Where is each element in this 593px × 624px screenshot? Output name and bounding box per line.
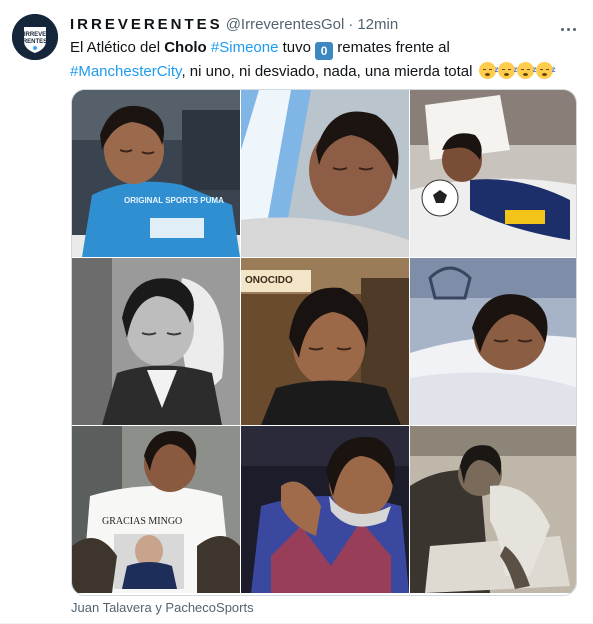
display-name[interactable]: IRREVERENTES: [70, 16, 223, 33]
media-photo-1[interactable]: ORIGINAL SPORTS PUMA: [72, 90, 240, 257]
bold-text: Cholo: [164, 39, 207, 56]
text-segment: tuvo: [278, 39, 316, 56]
svg-text:RENTES: RENTES: [23, 39, 47, 45]
media-grid[interactable]: ORIGINAL SPORTS PUMA ONOCIDO GRACIAS MIN…: [71, 89, 577, 596]
sleeping-face-icon: z: [497, 62, 518, 79]
user-handle[interactable]: @IrreverentesGol: [226, 16, 345, 33]
media-photo-8[interactable]: [241, 426, 409, 593]
media-photo-2[interactable]: [241, 90, 409, 257]
avatar[interactable]: IRREVE RENTES: [12, 14, 58, 60]
irreverentes-logo-icon: IRREVE RENTES: [12, 14, 58, 60]
svg-text:IRREVE: IRREVE: [24, 32, 46, 38]
text-segment: , ni uno, ni desviado, nada, una mierda …: [181, 63, 477, 80]
tshirt-text: GRACIAS MINGO: [102, 516, 183, 527]
tweet-header: IRREVERENTES @IrreverentesGol · 12min: [70, 14, 583, 34]
separator-dot: ·: [348, 15, 354, 33]
media-photo-5[interactable]: ONOCIDO: [241, 258, 409, 425]
sleeping-face-icon: z: [478, 62, 499, 79]
keycap-zero-emoji: 0: [315, 42, 334, 60]
more-options-icon[interactable]: [559, 18, 579, 31]
tv-banner-text: ONOCIDO: [245, 275, 293, 286]
hashtag-manchestercity[interactable]: #ManchesterCity: [70, 63, 181, 80]
media-photo-9[interactable]: [410, 426, 576, 593]
shirt-brand-text: ORIGINAL SPORTS PUMA: [124, 196, 224, 205]
media-credit: Juan Talavera y PachecoSports: [71, 600, 254, 615]
hashtag-simeone[interactable]: #Simeone: [211, 39, 279, 56]
tweet[interactable]: IRREVE RENTES IRREVERENTES @Irreverentes…: [0, 0, 593, 624]
sleeping-face-icon: z: [516, 62, 537, 79]
media-photo-3[interactable]: [410, 90, 576, 257]
media-photo-6[interactable]: [410, 258, 576, 425]
tweet-text: El Atlético del Cholo #Simeone tuvo 0 re…: [70, 36, 575, 83]
media-photo-7[interactable]: GRACIAS MINGO: [72, 426, 240, 593]
timestamp[interactable]: 12min: [357, 16, 398, 33]
text-segment: remates frente al: [333, 39, 450, 56]
media-photo-4[interactable]: [72, 258, 240, 425]
text-segment: El Atlético del: [70, 39, 165, 56]
sleeping-face-icon: z: [535, 62, 556, 79]
